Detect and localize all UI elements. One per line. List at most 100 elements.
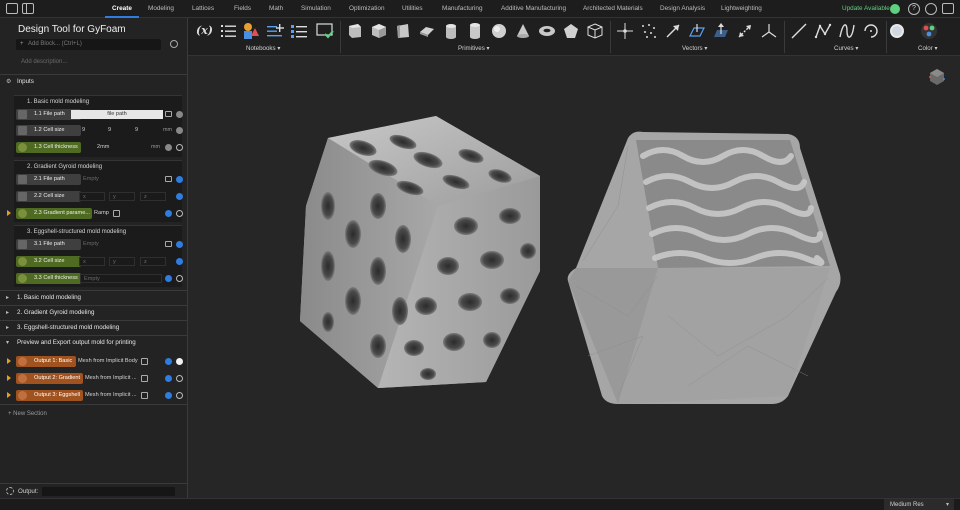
status-icon[interactable] xyxy=(176,210,183,217)
torus-icon[interactable] xyxy=(538,22,556,40)
chevron-down-icon[interactable] xyxy=(141,392,148,399)
add-list-icon[interactable] xyxy=(266,22,284,40)
refresh-icon[interactable] xyxy=(170,40,178,48)
tab-architected-materials[interactable]: Architected Materials xyxy=(583,0,643,18)
ramp-select[interactable]: Ramp xyxy=(94,210,109,216)
add-block-input[interactable]: + Add Block... (Ctrl+L) xyxy=(16,39,161,50)
chevron-down-icon[interactable] xyxy=(113,210,120,217)
tube-icon[interactable] xyxy=(466,22,484,40)
file-path-field[interactable]: file path xyxy=(71,110,163,119)
plane-icon[interactable] xyxy=(688,22,706,40)
tab-modeling[interactable]: Modeling xyxy=(148,0,174,18)
output-tag[interactable]: Output 3: Eggshell xyxy=(16,390,83,401)
output-tag[interactable]: Output 2: Gradient xyxy=(16,373,83,384)
wire-cube-icon[interactable] xyxy=(586,22,604,40)
cell-thickness-field[interactable]: Empty xyxy=(80,274,162,283)
wedge-icon[interactable] xyxy=(394,22,412,40)
status-icon[interactable] xyxy=(176,144,183,151)
color-swatch-icon[interactable] xyxy=(888,22,906,40)
info-icon[interactable] xyxy=(165,275,172,282)
cube-icon[interactable] xyxy=(370,22,388,40)
tab-simulation[interactable]: Simulation xyxy=(301,0,331,18)
tab-lattices[interactable]: Lattices xyxy=(192,0,214,18)
cell-size-y-field[interactable]: y xyxy=(109,257,135,266)
cell-size-x-field[interactable]: x xyxy=(79,192,105,201)
cylinder-icon[interactable] xyxy=(442,22,460,40)
download-icon[interactable] xyxy=(890,4,900,14)
color-palette-icon[interactable] xyxy=(920,22,938,40)
status-icon[interactable] xyxy=(176,375,183,382)
output-tag[interactable]: Output 1: Basic xyxy=(16,356,76,367)
new-section-button[interactable]: + New Section xyxy=(8,411,47,417)
sidebar-toggle-icon[interactable] xyxy=(22,3,34,14)
input-tag[interactable]: 2.3 Gradient parame... xyxy=(16,208,92,219)
input-tag[interactable]: 2.2 Cell size xyxy=(16,191,81,202)
cell-size-y-field[interactable]: y xyxy=(109,192,135,201)
status-icon[interactable] xyxy=(176,358,183,365)
axes-icon[interactable] xyxy=(760,22,778,40)
resolution-select[interactable]: Medium Res ▾ xyxy=(884,499,954,510)
point-cloud-icon[interactable] xyxy=(640,22,658,40)
vector-arrow-icon[interactable] xyxy=(664,22,682,40)
bullet-list-icon[interactable] xyxy=(290,22,308,40)
input-tag[interactable]: 1.3 Cell thickness xyxy=(16,142,81,153)
box-icon[interactable] xyxy=(346,22,364,40)
add-description[interactable]: Add description... xyxy=(21,59,67,65)
file-path-field[interactable]: Empty xyxy=(80,175,162,184)
folder-icon[interactable] xyxy=(165,176,172,182)
section-preview-export[interactable]: ▾ Preview and Export output mold for pri… xyxy=(0,335,188,349)
spline-icon[interactable] xyxy=(838,22,856,40)
output-row-eggshell[interactable]: Output 3: Eggshell Mesh from Implicit ..… xyxy=(7,390,184,401)
curves-dropdown[interactable]: Curves ▾ xyxy=(834,45,858,52)
info-icon[interactable] xyxy=(176,241,183,248)
plane-normal-icon[interactable] xyxy=(712,22,730,40)
output-value[interactable]: Mesh from Implicit ... xyxy=(85,392,137,398)
polyline-icon[interactable] xyxy=(814,22,832,40)
input-tag[interactable]: 1.2 Cell size xyxy=(16,125,81,136)
view-cube-icon[interactable] xyxy=(928,68,946,86)
input-row-cell-thickness-3[interactable]: 3.3 Cell thickness Empty xyxy=(14,273,184,284)
info-icon[interactable] xyxy=(176,258,183,265)
cell-size-x-field[interactable]: 9 xyxy=(79,126,103,135)
chevron-down-icon[interactable] xyxy=(141,375,148,382)
notebooks-dropdown[interactable]: Notebooks ▾ xyxy=(246,45,280,52)
output-field[interactable] xyxy=(42,487,175,496)
expand-arrow-icon[interactable] xyxy=(7,358,11,364)
input-row-file-path-3[interactable]: 3.1 File path Empty xyxy=(14,239,184,250)
section-eggshell[interactable]: ▸ 3. Eggshell-structured mold modeling xyxy=(0,320,188,334)
info-icon[interactable] xyxy=(176,176,183,183)
output-row-basic[interactable]: Output 1: Basic Mesh from Implicit Body xyxy=(7,356,184,367)
input-row-cell-thickness-1[interactable]: 1.3 Cell thickness 2mm mm xyxy=(14,142,184,153)
cell-thickness-field[interactable]: 2mm xyxy=(94,143,148,152)
plate-icon[interactable] xyxy=(418,22,436,40)
cell-size-z-field[interactable]: 9 xyxy=(132,126,156,135)
sphere-icon[interactable] xyxy=(490,22,508,40)
expand-arrow-icon[interactable] xyxy=(7,210,11,216)
tab-fields[interactable]: Fields xyxy=(234,0,251,18)
cell-size-x-field[interactable]: x xyxy=(79,257,105,266)
info-icon[interactable] xyxy=(165,358,172,365)
arc-icon[interactable] xyxy=(862,22,880,40)
tab-manufacturing[interactable]: Manufacturing xyxy=(442,0,483,18)
status-icon[interactable] xyxy=(176,275,183,282)
input-row-cell-size-1[interactable]: 1.2 Cell size 9 9 9 mm xyxy=(14,125,184,136)
file-path-field[interactable]: Empty xyxy=(80,240,162,249)
input-tag[interactable]: 3.3 Cell thickness xyxy=(16,273,81,284)
list-icon[interactable] xyxy=(220,22,238,40)
section-basic-mold[interactable]: ▸ 1. Basic mold modeling xyxy=(0,290,188,304)
settings-icon[interactable] xyxy=(942,3,954,14)
vectors-dropdown[interactable]: Vectors ▾ xyxy=(682,45,707,52)
input-row-cell-size-2[interactable]: 2.2 Cell size x y z xyxy=(14,191,184,202)
gear-icon[interactable] xyxy=(6,487,14,495)
gyroid-lattice-model[interactable] xyxy=(300,116,540,388)
eggshell-mold-model[interactable] xyxy=(567,131,841,404)
input-tag[interactable]: 3.2 Cell size xyxy=(16,256,81,267)
input-row-file-path-1[interactable]: 1.1 File path file path xyxy=(14,109,184,120)
user-icon[interactable] xyxy=(925,3,937,15)
shapes-icon[interactable] xyxy=(242,22,260,40)
tab-additive-manufacturing[interactable]: Additive Manufacturing xyxy=(501,0,566,18)
folder-icon[interactable] xyxy=(165,111,172,117)
cone-icon[interactable] xyxy=(514,22,532,40)
expand-arrow-icon[interactable] xyxy=(7,375,11,381)
primitives-dropdown[interactable]: Primitives ▾ xyxy=(458,45,490,52)
